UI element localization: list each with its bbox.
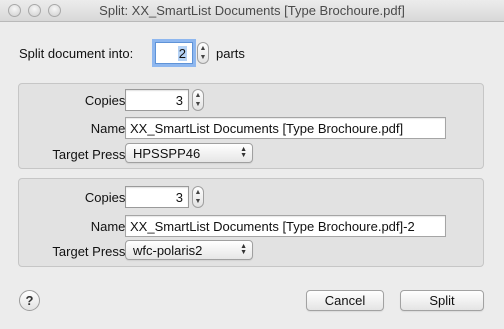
cancel-button[interactable]: Cancel (306, 290, 384, 311)
title-bar: Split: XX_SmartList Documents [Type Broc… (0, 0, 504, 22)
copies-value: 3 (175, 190, 183, 205)
stepper-down-icon[interactable]: ▼ (198, 53, 208, 62)
split-count-stepper[interactable]: ▲ ▼ (197, 42, 209, 64)
target-press-value: HPSSPP46 (133, 146, 201, 161)
target-press-label: Target Press: (52, 147, 129, 162)
split-button[interactable]: Split (400, 290, 484, 311)
name-label: Name: (90, 219, 129, 234)
target-press-popup[interactable]: HPSSPP46 ▲ ▼ (125, 143, 253, 163)
target-press-value: wfc-polaris2 (133, 243, 203, 258)
popup-arrows-icon: ▲ ▼ (240, 243, 247, 256)
stepper-up-icon[interactable]: ▲ (198, 44, 208, 53)
name-field[interactable]: XX_SmartList Documents [Type Brochoure.p… (125, 215, 446, 237)
copies-stepper[interactable]: ▲ ▼ (192, 186, 204, 208)
help-button[interactable]: ? (19, 290, 40, 311)
stepper-up-icon[interactable]: ▲ (193, 91, 203, 100)
split-part-2-group: Copies: 3 ▲ ▼ Name: XX_SmartList Documen… (18, 178, 484, 267)
target-press-popup[interactable]: wfc-polaris2 ▲ ▼ (125, 240, 253, 260)
name-value: XX_SmartList Documents [Type Brochoure.p… (130, 121, 404, 136)
window-title: Split: XX_SmartList Documents [Type Broc… (99, 3, 405, 18)
split-document-label: Split document into: (19, 46, 134, 61)
popup-arrows-icon: ▲ ▼ (240, 146, 247, 159)
target-press-label: Target Press: (52, 244, 129, 259)
name-label: Name: (90, 121, 129, 136)
parts-label: parts (216, 46, 245, 61)
name-field[interactable]: XX_SmartList Documents [Type Brochoure.p… (125, 117, 446, 139)
stepper-down-icon[interactable]: ▼ (193, 197, 203, 206)
copies-field[interactable]: 3 (125, 186, 189, 208)
copies-stepper[interactable]: ▲ ▼ (192, 89, 204, 111)
split-count-field[interactable]: 2 (155, 42, 193, 64)
copies-label: Copies: (84, 190, 129, 205)
stepper-down-icon[interactable]: ▼ (193, 100, 203, 109)
split-part-1-group: Copies: 3 ▲ ▼ Name: XX_SmartList Documen… (18, 83, 484, 169)
name-value: XX_SmartList Documents [Type Brochoure.p… (130, 219, 415, 234)
copies-label: Copies: (84, 93, 129, 108)
copies-field[interactable]: 3 (125, 89, 189, 111)
copies-value: 3 (175, 93, 183, 108)
split-dialog: Split: XX_SmartList Documents [Type Broc… (0, 0, 504, 329)
split-count-value: 2 (177, 46, 187, 61)
stepper-up-icon[interactable]: ▲ (193, 188, 203, 197)
